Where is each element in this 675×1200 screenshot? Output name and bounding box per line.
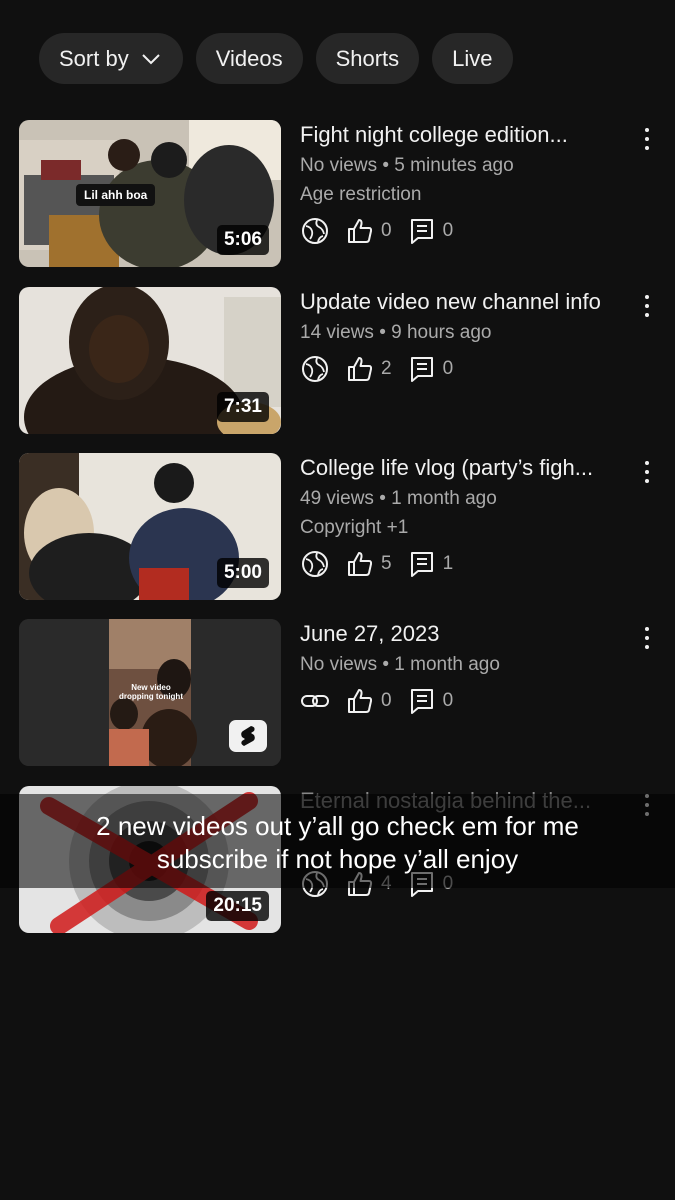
video-stats: 2 0 bbox=[300, 354, 630, 384]
like-count: 5 bbox=[381, 553, 392, 574]
more-options-icon[interactable] bbox=[635, 623, 659, 653]
restriction-label[interactable]: Age restriction bbox=[300, 182, 630, 208]
globe-icon bbox=[300, 549, 330, 579]
video-duration: 20:15 bbox=[206, 891, 269, 921]
video-subtitle: 49 views • 1 month ago bbox=[300, 488, 497, 509]
shorts-icon bbox=[229, 720, 267, 752]
comment-icon[interactable] bbox=[408, 355, 436, 383]
video-title[interactable]: June 27, 2023 bbox=[300, 620, 630, 648]
comment-icon[interactable] bbox=[408, 550, 436, 578]
caption-line-1: 2 new videos out y’all go check em for m… bbox=[96, 811, 579, 841]
video-stats: 0 0 bbox=[300, 686, 630, 716]
more-options-icon[interactable] bbox=[635, 124, 659, 154]
thumbs-up-icon[interactable] bbox=[346, 687, 374, 715]
more-options-icon[interactable] bbox=[635, 291, 659, 321]
video-thumbnail[interactable]: Lil ahh boa 5:06 bbox=[19, 120, 281, 267]
comment-count: 0 bbox=[442, 690, 454, 711]
restriction-label[interactable]: Copyright +1 bbox=[300, 515, 630, 541]
chip-videos[interactable]: Videos bbox=[195, 33, 303, 84]
story-caption: 2 new videos out y’all go check em for m… bbox=[0, 794, 675, 888]
chip-live[interactable]: Live bbox=[432, 33, 513, 84]
video-stats: 5 1 bbox=[300, 549, 630, 579]
video-thumbnail[interactable]: New video dropping tonight bbox=[19, 619, 281, 766]
chevron-down-icon bbox=[141, 53, 160, 64]
video-row[interactable]: Lil ahh boa 5:06 Fight night college edi… bbox=[19, 120, 659, 268]
video-row[interactable]: 7:31 Update video new channel info 14 vi… bbox=[19, 287, 659, 435]
video-row[interactable]: 5:00 College life vlog (party’s figh... … bbox=[19, 453, 659, 601]
video-thumbnail[interactable]: 7:31 bbox=[19, 287, 281, 434]
video-subtitle: No views • 5 minutes ago bbox=[300, 155, 514, 176]
video-duration: 5:06 bbox=[216, 225, 269, 255]
like-count: 0 bbox=[381, 220, 392, 241]
like-count: 0 bbox=[381, 690, 392, 711]
globe-icon bbox=[300, 354, 330, 384]
video-title[interactable]: Fight night college edition... bbox=[300, 121, 630, 149]
video-title[interactable]: Update video new channel info bbox=[300, 288, 630, 316]
comment-icon[interactable] bbox=[408, 217, 436, 245]
globe-icon bbox=[300, 216, 330, 246]
video-row[interactable]: New video dropping tonight June 27, 2023… bbox=[19, 619, 659, 767]
video-thumbnail[interactable]: 5:00 bbox=[19, 453, 281, 600]
thumbs-up-icon[interactable] bbox=[346, 355, 374, 383]
video-subtitle: No views • 1 month ago bbox=[300, 654, 500, 675]
comment-count: 1 bbox=[442, 553, 454, 574]
filter-chips: Sort by Videos Shorts Live bbox=[39, 33, 513, 84]
caption-line-2: subscribe if not hope y’all enjoy bbox=[156, 844, 519, 874]
like-count: 2 bbox=[381, 358, 392, 379]
comment-icon[interactable] bbox=[408, 687, 436, 715]
chip-shorts[interactable]: Shorts bbox=[315, 33, 420, 84]
video-duration: 7:31 bbox=[216, 392, 269, 422]
thumbnail-caption: Lil ahh boa bbox=[76, 184, 156, 206]
thumbs-up-icon[interactable] bbox=[346, 550, 374, 578]
video-stats: 0 0 bbox=[300, 216, 630, 246]
video-title[interactable]: College life vlog (party’s figh... bbox=[300, 454, 630, 482]
video-duration: 5:00 bbox=[216, 558, 269, 588]
sort-by-button[interactable]: Sort by bbox=[39, 33, 183, 84]
comment-count: 0 bbox=[442, 358, 454, 379]
thumbnail-caption: New video dropping tonight bbox=[119, 683, 183, 701]
more-options-icon[interactable] bbox=[635, 457, 659, 487]
video-subtitle: 14 views • 9 hours ago bbox=[300, 322, 492, 343]
thumbs-up-icon[interactable] bbox=[346, 217, 374, 245]
comment-count: 0 bbox=[442, 220, 454, 241]
link-icon bbox=[300, 686, 330, 716]
sort-by-label: Sort by bbox=[59, 45, 129, 71]
